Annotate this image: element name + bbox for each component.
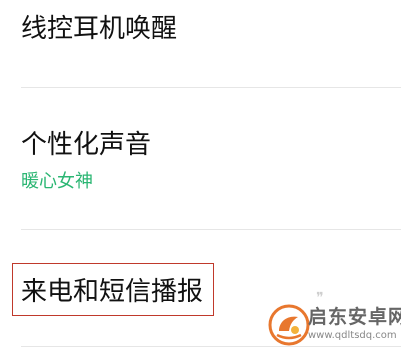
setting-item-title: 线控耳机唤醒 xyxy=(21,14,178,44)
watermark-url: www.qdltsdq.com xyxy=(308,330,397,341)
watermark: 启东安卓网 www.qdltsdq.com xyxy=(268,294,401,351)
setting-item-title: 个性化声音 xyxy=(21,130,152,160)
setting-item-value: 暖心女神 xyxy=(21,171,93,192)
setting-item-wire-control-wakeup[interactable]: 线控耳机唤醒 xyxy=(0,0,401,88)
setting-item-personalized-voice[interactable]: 个性化声音 暖心女神 xyxy=(0,88,401,230)
settings-page: 线控耳机唤醒 个性化声音 暖心女神 来电和短信播报 ❞ 启东安卓网 www.qd… xyxy=(0,0,401,351)
watermark-logo-icon xyxy=(268,304,310,346)
setting-item-title: 来电和短信播报 xyxy=(21,277,204,307)
watermark-name: 启东安卓网 xyxy=(308,306,401,328)
